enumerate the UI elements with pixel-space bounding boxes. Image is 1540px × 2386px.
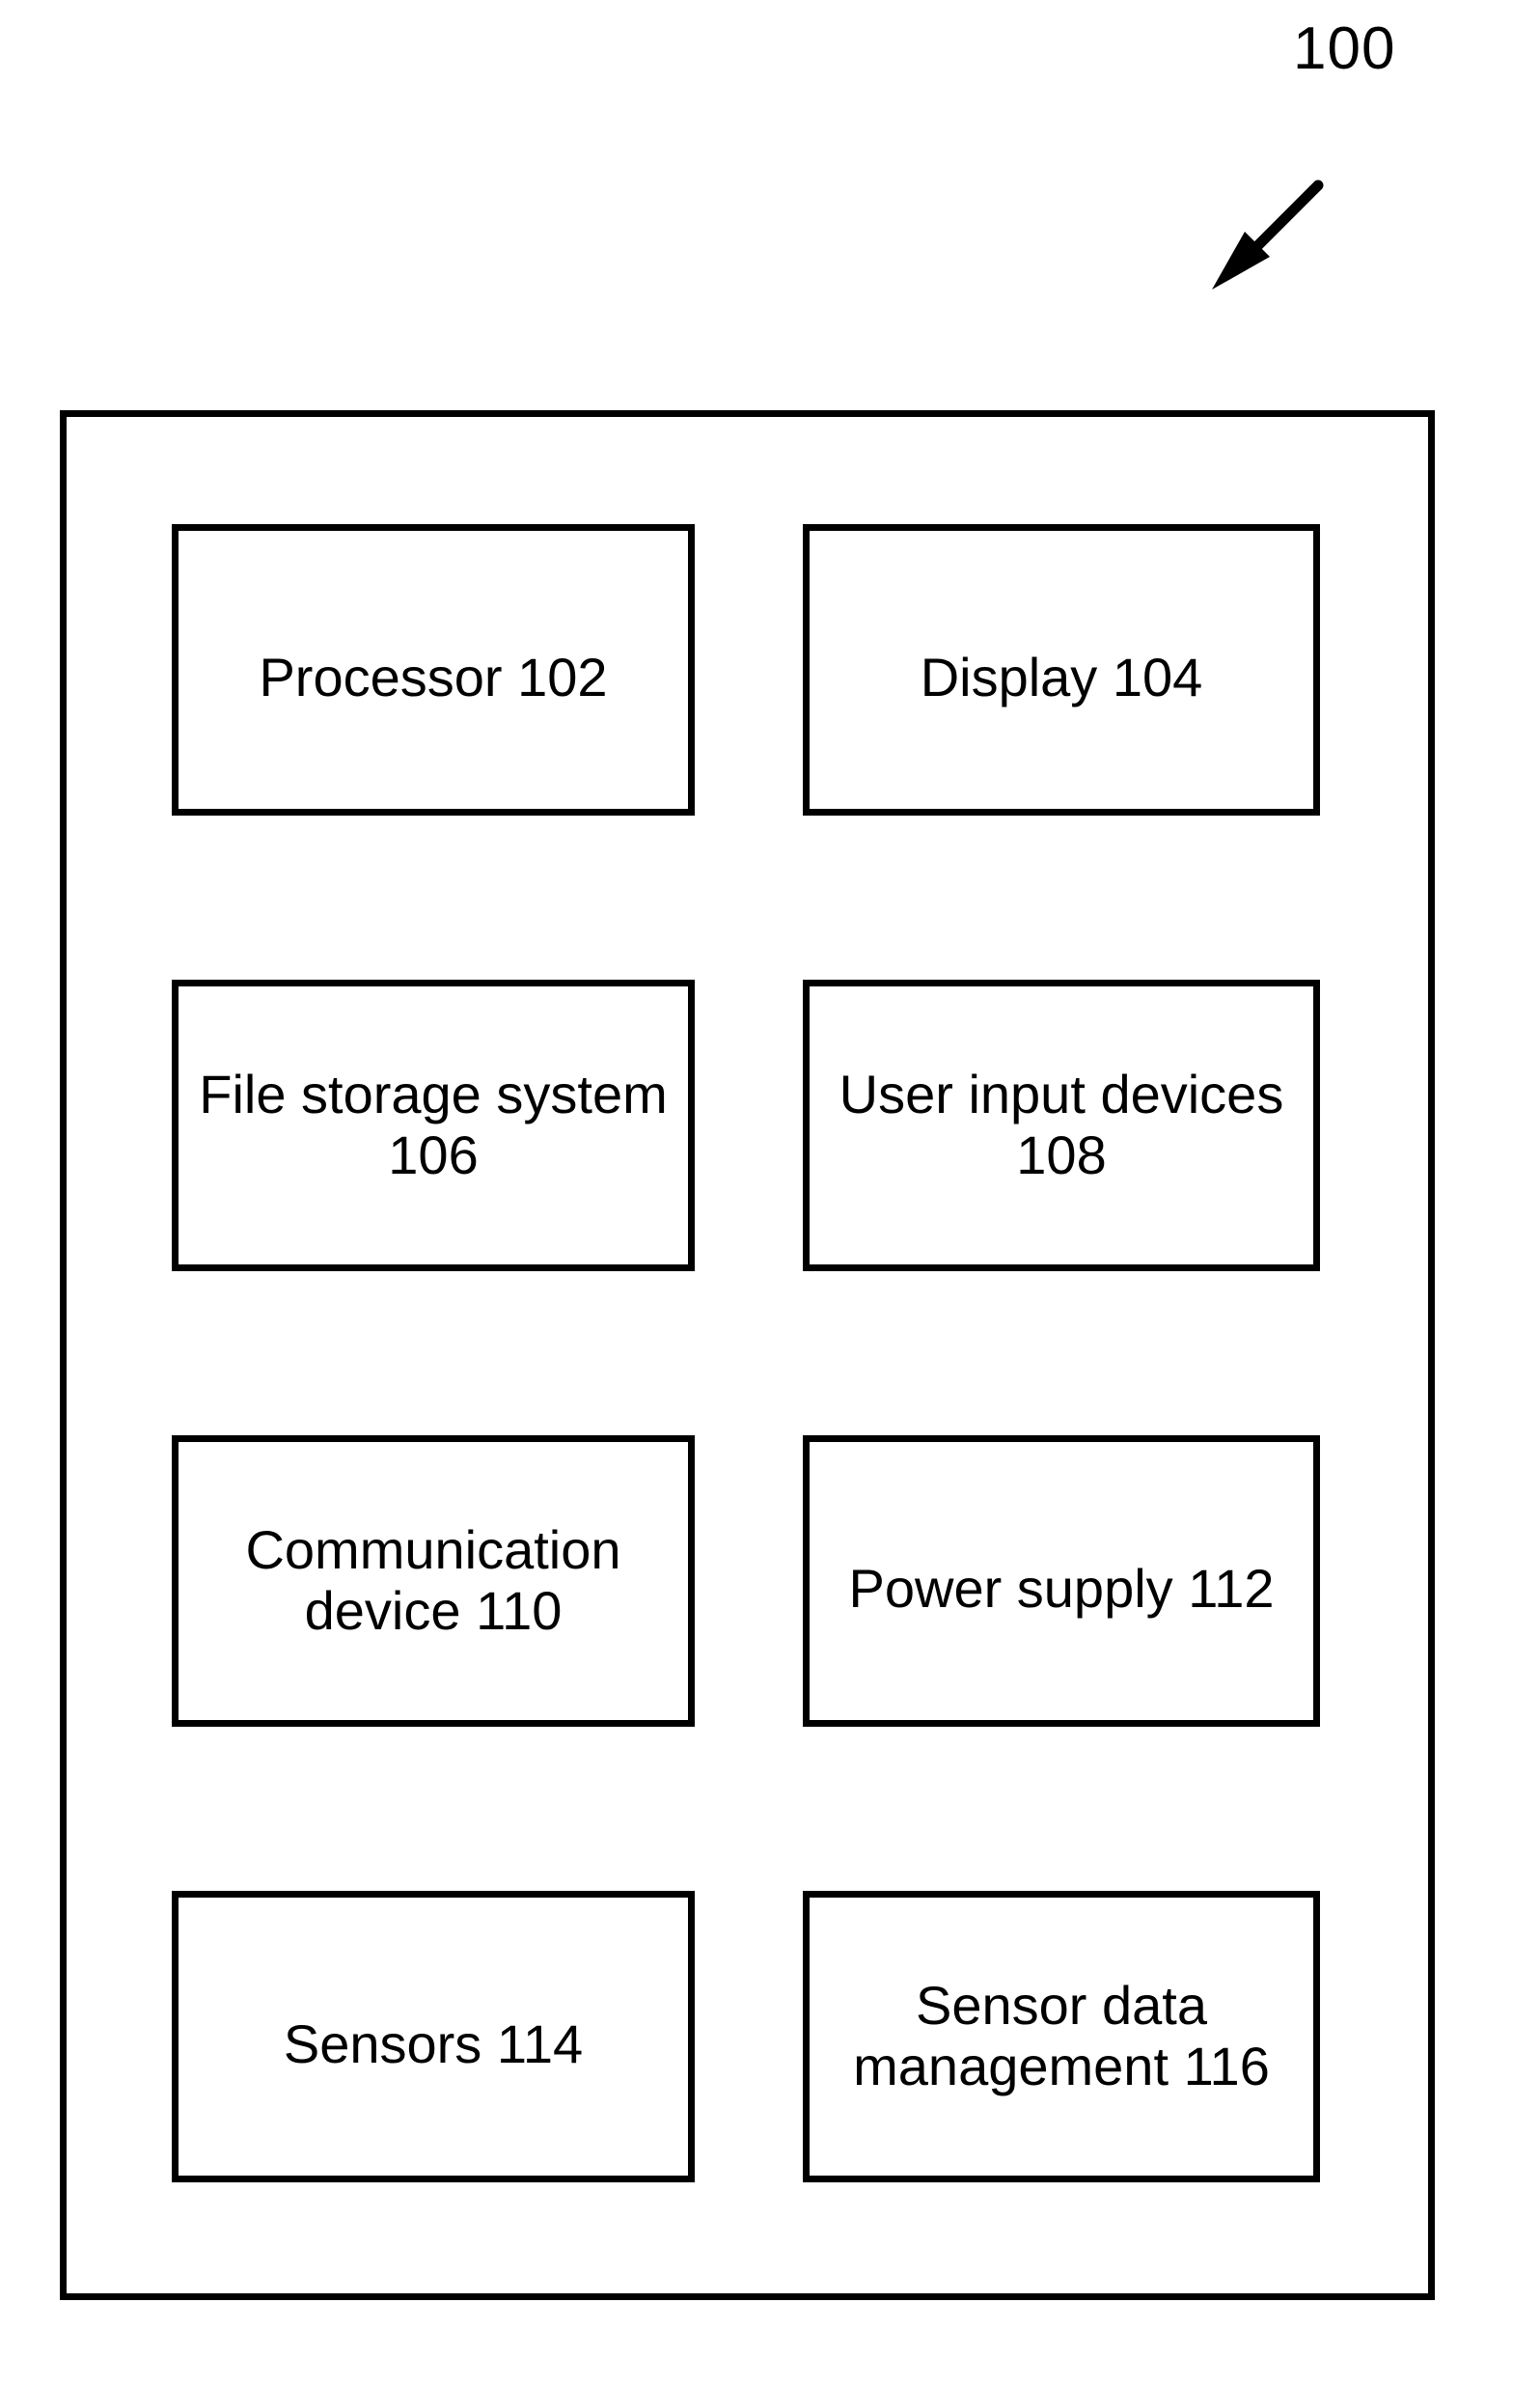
system-container: Processor 102 Display 104 File storage sys… bbox=[60, 410, 1435, 2300]
component-label-sensor-data-management: Sensor data management 116 bbox=[853, 1975, 1270, 2096]
component-label-sensors: Sensors 114 bbox=[283, 2012, 584, 2074]
component-label-display: Display 104 bbox=[920, 646, 1203, 707]
component-box-sensor-data-management: Sensor data management 116 bbox=[803, 1891, 1320, 2182]
lead-line-arrow-icon bbox=[1212, 180, 1324, 290]
component-box-communication-device: Communication device 110 bbox=[172, 1435, 695, 1727]
component-box-file-storage-system: File storage system 106 bbox=[172, 980, 695, 1271]
component-box-display: Display 104 bbox=[803, 524, 1320, 816]
component-label-user-input-devices: User input devices 108 bbox=[839, 1064, 1284, 1185]
figure-reference-numeral: 100 bbox=[1293, 15, 1396, 82]
component-label-file-storage-system: File storage system 106 bbox=[199, 1064, 668, 1185]
component-grid: Processor 102 Display 104 File storage sys… bbox=[172, 524, 1320, 2182]
component-label-processor: Processor 102 bbox=[259, 646, 608, 707]
component-box-power-supply: Power supply 112 bbox=[803, 1435, 1320, 1727]
component-box-processor: Processor 102 bbox=[172, 524, 695, 816]
component-box-sensors: Sensors 114 bbox=[172, 1891, 695, 2182]
patent-figure: 100 Processor 102 Display 104 File storage… bbox=[0, 0, 1540, 2386]
component-label-power-supply: Power supply 112 bbox=[848, 1557, 1275, 1619]
component-box-user-input-devices: User input devices 108 bbox=[803, 980, 1320, 1271]
component-label-communication-device: Communication device 110 bbox=[245, 1519, 621, 1641]
